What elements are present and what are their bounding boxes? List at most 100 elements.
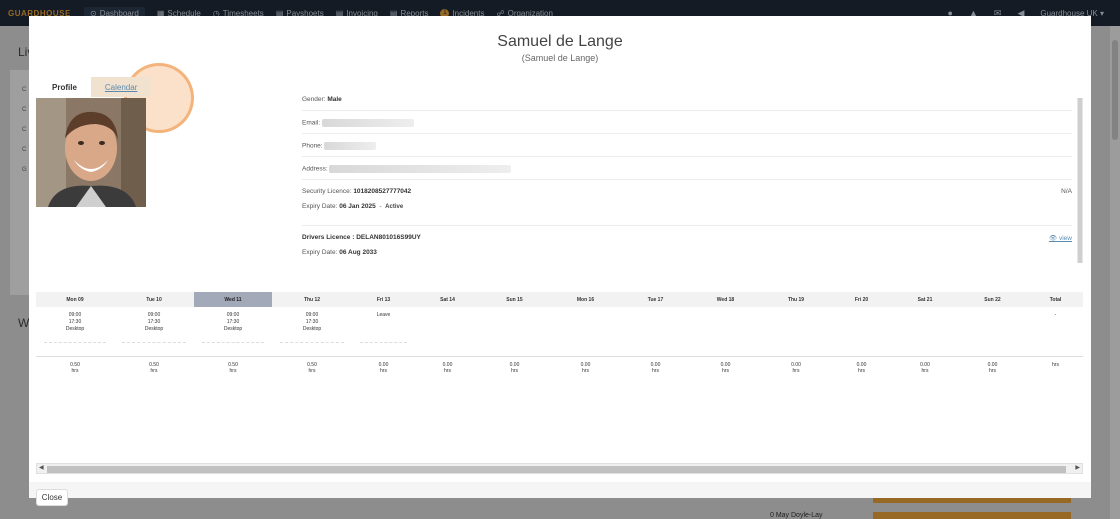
calendar-day-hours: 0.00 hrs (689, 357, 762, 375)
email-redacted (321, 119, 414, 127)
calendar-day-hours: 0.00 hrs (957, 357, 1028, 375)
address-row: Address: (302, 165, 1072, 180)
security-licence-label: Security Licence: (302, 188, 352, 195)
calendar-day-cell (622, 307, 689, 356)
tab-calendar[interactable]: Calendar (90, 77, 152, 97)
shift-entry-line: 17:30 (305, 319, 319, 325)
hours-line: hrs (71, 368, 79, 374)
eye-icon: 👁 (1048, 235, 1058, 242)
calendar-day-hours: 0.50 hrs (272, 357, 352, 375)
calendar-hours-row: 0.50 hrs 0.50 hrs 0.50 hrs 0.50 hrs 0.00 hrs 0.00 h… (36, 357, 1083, 375)
hours-line: hrs (308, 368, 316, 374)
calendar-day-header[interactable]: Tue 17 (622, 292, 689, 307)
calendar-day-cell[interactable]: 09:00 17:30 Desktop (272, 307, 352, 356)
profile-details: Gender: Male Email: Phone: Address: Secu… (302, 96, 1072, 262)
calendar-day-cell (549, 307, 622, 356)
calendar-day-cell (830, 307, 893, 356)
phone-label: Phone: (302, 142, 323, 150)
hours-line: hrs (652, 368, 659, 374)
employee-subname: (Samuel de Lange) (521, 53, 599, 63)
calendar-day-cell[interactable]: - (1028, 307, 1083, 356)
shift-entry-line: 09:00 (226, 312, 240, 318)
shift-entry-line: 09:00 (305, 312, 319, 318)
calendar-day-header[interactable]: Sun 15 (480, 292, 549, 307)
cell-divider (122, 342, 186, 343)
calendar-day-header[interactable]: Sun 22 (957, 292, 1028, 307)
calendar-day-hours: 0.00 hrs (480, 357, 549, 375)
security-expiry-label: Expiry Date: (302, 203, 338, 210)
address-redacted (329, 165, 512, 173)
calendar-day-header[interactable]: Fri 13 (352, 292, 415, 307)
calendar-scrollbar-thumb[interactable] (47, 466, 1066, 473)
hours-line: hrs (792, 368, 800, 374)
calendar-day-header[interactable]: Mon 16 (549, 292, 622, 307)
calendar-day-hours: 0.50 hrs (114, 357, 194, 375)
security-expiry-date: 06 Jan 2025 (339, 203, 376, 210)
calendar-day-header[interactable]: Wed 18 (689, 292, 762, 307)
calendar-day-header[interactable]: Tue 10 (114, 292, 194, 307)
shift-entry-line: Desktop (65, 326, 85, 332)
shift-entry-line: - (1054, 312, 1057, 318)
shift-entry-line: 09:00 (147, 312, 161, 318)
gender-row: Gender: Male (302, 96, 1072, 111)
cell-divider (202, 342, 264, 343)
shift-entry-line: 09:00 (68, 312, 82, 318)
cell-divider (360, 342, 407, 343)
hours-line: hrs (229, 368, 237, 374)
email-row: Email: (302, 119, 1072, 134)
drivers-licence-number: DELAN801016S99UY (356, 234, 421, 241)
calendar-day-header[interactable]: Mon 09 (36, 292, 114, 307)
hours-line: hrs (444, 368, 451, 374)
calendar-day-header[interactable]: Sat 14 (415, 292, 480, 307)
phone-redacted (324, 142, 377, 150)
shift-entry-line: 17:30 (226, 319, 240, 325)
calendar-day-hours: 0.50 hrs (194, 357, 272, 375)
calendar-day-header[interactable]: Thu 19 (762, 292, 830, 307)
calendar-day-cell (480, 307, 549, 356)
calendar-day-cell[interactable]: 09:00 17:30 Desktop (114, 307, 194, 356)
calendar-day-header[interactable]: Wed 11 (194, 292, 272, 307)
hours-line: hrs (511, 368, 518, 374)
shift-entry-line: Desktop (223, 326, 243, 332)
calendar-day-header[interactable]: Fri 20 (830, 292, 893, 307)
scroll-left-icon[interactable]: ◀ (39, 464, 44, 471)
hours-line: hrs (921, 368, 929, 374)
calendar-day-hours: 0.00 hrs (549, 357, 622, 375)
calendar-day-cell (415, 307, 480, 356)
gender-value: Male (327, 96, 342, 103)
calendar-day-cell[interactable]: 09:00 17:30 Desktop (36, 307, 114, 356)
tab-profile[interactable]: Profile (38, 77, 91, 97)
cell-divider (280, 342, 344, 343)
shift-entry-line: 17:30 (147, 319, 161, 325)
calendar-day-hours: 0.00 hrs (762, 357, 830, 375)
hours-line: hrs (858, 368, 865, 374)
security-status: Active (385, 204, 404, 210)
calendar-day-hours: 0.00 hrs (415, 357, 480, 375)
employee-modal: Samuel de Lange (Samuel de Lange) Profil… (29, 16, 1091, 506)
employee-photo (36, 98, 146, 207)
drivers-licence-row: Drivers Licence : DELAN801016S99UY 👁 vie… (302, 226, 1072, 262)
calendar-day-hours: 0.00 hrs (830, 357, 893, 375)
calendar-day-cell (957, 307, 1028, 356)
security-licence-row: Security Licence: 1018208527777042 N/A E… (302, 188, 1072, 226)
hours-line: hrs (150, 368, 158, 374)
close-button[interactable]: Close (36, 489, 68, 506)
security-separator: - (379, 203, 382, 210)
hours-line: hrs (1052, 362, 1059, 368)
hours-line: hrs (722, 368, 729, 374)
shift-entry-line: Desktop (302, 326, 322, 332)
calendar-day-header[interactable]: Thu 12 (272, 292, 352, 307)
shift-entry-line: Leave (376, 312, 391, 318)
gender-label: Gender: (302, 96, 326, 103)
drivers-expiry-date: 06 Aug 2033 (339, 249, 377, 256)
scroll-right-icon[interactable]: ▶ (1075, 464, 1080, 471)
calendar-day-cell[interactable]: 09:00 17:30 Desktop (194, 307, 272, 356)
details-scrollbar-thumb[interactable] (1078, 98, 1082, 263)
cell-divider (44, 342, 106, 343)
drivers-view-link[interactable]: 👁 view (1049, 234, 1072, 242)
calendar-day-cell[interactable]: Leave (352, 307, 415, 356)
drivers-licence-label: Drivers Licence : (302, 234, 355, 241)
calendar-day-header[interactable]: Sat 21 (893, 292, 957, 307)
calendar-horizontal-scrollbar[interactable]: ◀ ▶ (36, 463, 1083, 474)
calendar-day-header[interactable]: Total (1028, 292, 1083, 307)
